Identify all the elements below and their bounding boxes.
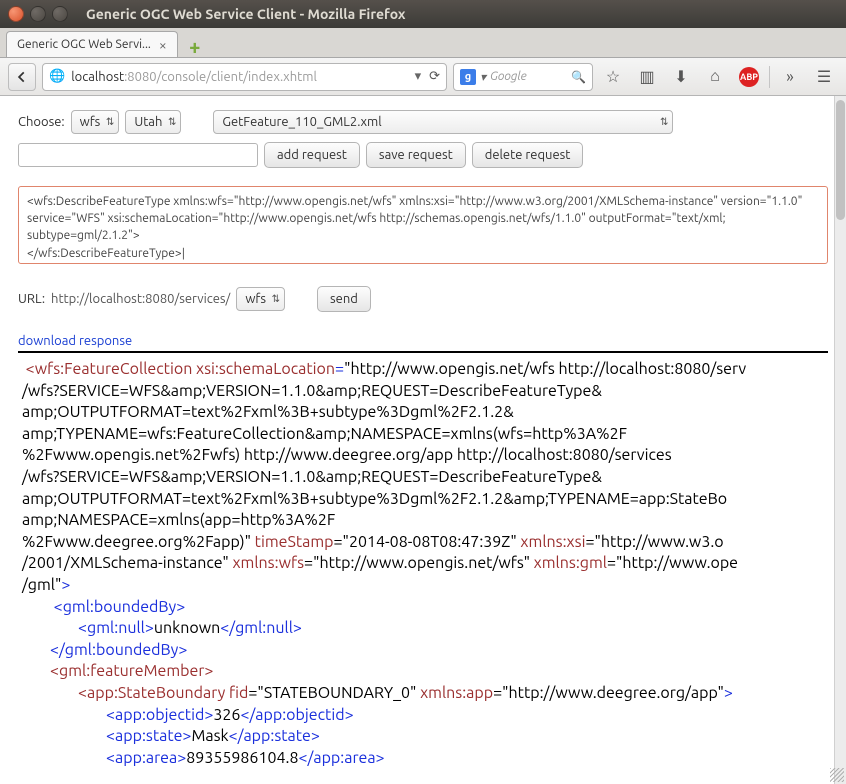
new-tab-button[interactable]: + — [184, 35, 206, 57]
search-placeholder: Google — [490, 70, 527, 83]
url-service-select[interactable]: wfs — [236, 287, 285, 311]
browser-navbar: 🌐 localhost:8080/console/client/index.xh… — [0, 58, 846, 96]
send-button[interactable]: send — [317, 286, 371, 312]
url-dropdown-icon[interactable]: ▾ — [415, 69, 422, 84]
url-input[interactable]: 🌐 localhost:8080/console/client/index.xh… — [42, 63, 447, 91]
add-request-button[interactable]: add request — [264, 142, 360, 168]
toolbar-divider — [769, 66, 770, 88]
service-select[interactable]: wfs — [71, 110, 120, 134]
vertical-scrollbar[interactable] — [834, 96, 846, 784]
search-icon[interactable]: 🔍 — [571, 70, 586, 84]
back-arrow-icon — [15, 70, 29, 84]
reader-icon[interactable]: ▥ — [633, 63, 661, 91]
bookmark-star-icon[interactable]: ☆ — [599, 63, 627, 91]
window-maximize-button[interactable] — [52, 6, 68, 22]
choose-label: Choose: — [18, 115, 65, 129]
save-request-button[interactable]: save request — [366, 142, 466, 168]
resize-handle-icon[interactable] — [830, 768, 844, 782]
delete-request-button[interactable]: delete request — [472, 142, 584, 168]
request-select[interactable]: GetFeature_110_GML2.xml — [213, 110, 673, 134]
response-body: <wfs:FeatureCollection xsi:schemaLocatio… — [18, 353, 828, 769]
url-base: http://localhost:8080/services/ — [51, 292, 230, 306]
scrollbar-thumb[interactable] — [836, 100, 845, 220]
url-host: localhost — [71, 70, 124, 84]
xml-request-textarea[interactable]: <wfs:DescribeFeatureType xmlns:wfs="http… — [18, 186, 828, 264]
state-select[interactable]: Utah — [125, 110, 181, 134]
menu-icon[interactable]: ☰ — [810, 63, 838, 91]
back-button[interactable] — [8, 63, 36, 91]
request-name-input[interactable] — [18, 143, 258, 167]
google-badge-icon: g — [460, 69, 476, 85]
tab-title: Generic OGC Web Servi... — [17, 38, 151, 51]
adblock-icon[interactable]: ABP — [735, 63, 763, 91]
tab-close-icon[interactable]: × — [159, 38, 167, 52]
home-icon[interactable]: ⌂ — [701, 63, 729, 91]
overflow-icon[interactable]: » — [776, 63, 804, 91]
tab-strip: Generic OGC Web Servi... × + — [0, 28, 846, 58]
url-label: URL: — [18, 292, 45, 306]
window-close-button[interactable] — [8, 6, 24, 22]
search-input[interactable]: g ▾ Google 🔍 — [453, 63, 593, 91]
url-port: :8080 — [124, 70, 157, 84]
window-title: Generic OGC Web Service Client - Mozilla… — [86, 6, 406, 22]
download-response-link[interactable]: download response — [18, 334, 132, 348]
search-dropdown-icon[interactable]: ▾ — [480, 70, 486, 84]
window-titlebar: Generic OGC Web Service Client - Mozilla… — [0, 0, 846, 28]
globe-icon: 🌐 — [49, 69, 65, 84]
download-icon[interactable]: ⬇ — [667, 63, 695, 91]
reload-icon[interactable]: ⟳ — [429, 69, 440, 84]
url-path: /console/client/index.xhtml — [157, 70, 317, 84]
window-minimize-button[interactable] — [30, 6, 46, 22]
page-content: Choose: wfs Utah GetFeature_110_GML2.xml… — [0, 96, 846, 784]
browser-tab[interactable]: Generic OGC Web Servi... × — [6, 31, 178, 57]
